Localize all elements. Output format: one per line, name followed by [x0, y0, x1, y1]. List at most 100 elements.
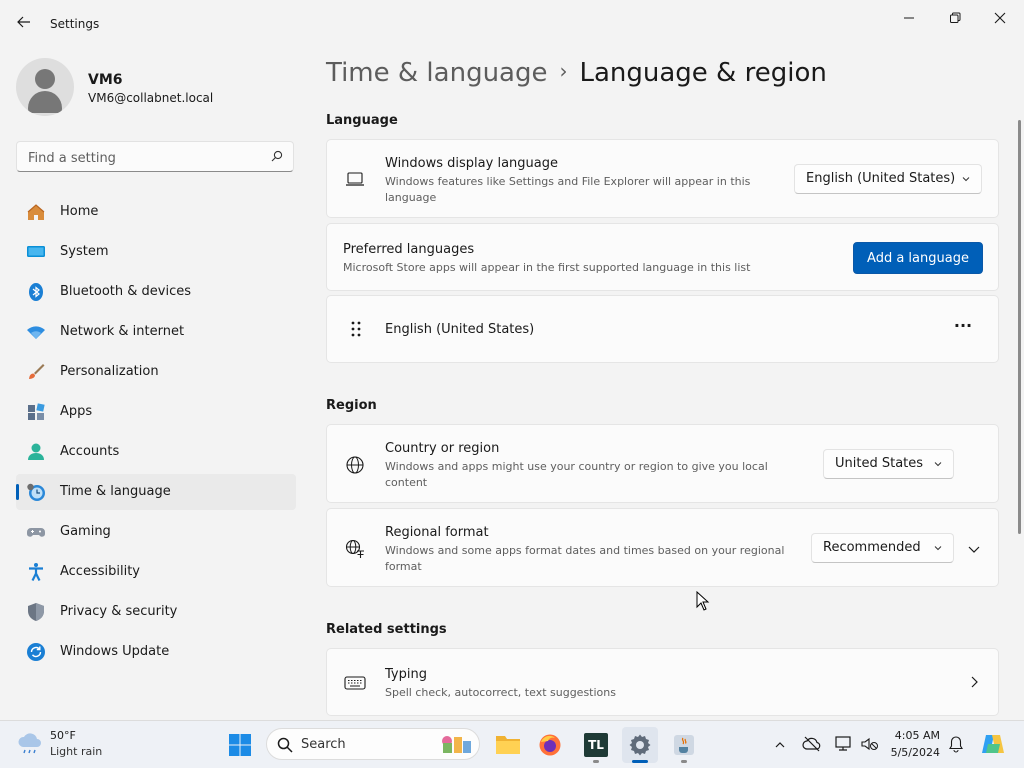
copilot-icon[interactable] — [980, 731, 1006, 757]
running-indicator — [681, 760, 687, 763]
windows-display-language-card: Windows display language Windows feature… — [326, 139, 999, 218]
sidebar-item-label: Windows Update — [60, 644, 170, 659]
accounts-icon — [28, 443, 44, 460]
card-description: Windows and apps might use your country … — [385, 460, 768, 489]
restore-button[interactable] — [935, 6, 975, 30]
card-description: Microsoft Store apps will appear in the … — [343, 261, 751, 274]
sidebar-item-apps[interactable]: Apps — [16, 394, 296, 430]
gamepad-icon — [27, 528, 45, 537]
country-dropdown[interactable]: United States — [823, 449, 954, 479]
sidebar-item-gaming[interactable]: Gaming — [16, 514, 296, 550]
system-icon — [27, 246, 45, 257]
taskbar-java-app[interactable] — [666, 727, 702, 763]
sidebar-item-windows-update[interactable]: Windows Update — [16, 634, 296, 670]
chevron-down-icon — [934, 462, 942, 467]
sidebar-item-label: Time & language — [60, 484, 171, 499]
card-description: Spell check, autocorrect, text suggestio… — [385, 686, 616, 699]
laptop-icon — [346, 172, 364, 186]
running-indicator — [593, 760, 599, 763]
sidebar-item-system[interactable]: System — [16, 234, 296, 270]
card-title: Regional format — [385, 525, 489, 540]
more-options-button[interactable]: ··· — [949, 316, 977, 340]
taskbar-settings[interactable] — [622, 727, 658, 763]
card-title: Preferred languages — [343, 242, 475, 257]
sidebar-item-label: System — [60, 244, 109, 259]
breadcrumb-parent[interactable]: Time & language — [326, 58, 547, 88]
bluetooth-icon — [29, 283, 43, 301]
search-box[interactable] — [16, 141, 294, 172]
preferred-languages-card: Preferred languages Microsoft Store apps… — [326, 223, 999, 291]
sidebar-item-home[interactable]: Home — [16, 194, 296, 230]
search-input[interactable] — [26, 147, 270, 169]
mouse-cursor-icon — [696, 591, 710, 611]
weather-description: Light rain — [50, 745, 103, 758]
breadcrumb-separator: › — [559, 59, 568, 83]
section-title-region: Region — [326, 398, 377, 413]
clock-time: 4:05 AM — [894, 729, 940, 742]
avatar[interactable] — [16, 58, 74, 116]
taskbar-file-explorer[interactable] — [490, 727, 526, 763]
accessibility-icon — [29, 563, 43, 581]
title-bar: Settings — [0, 0, 1024, 48]
sidebar-item-label: Accounts — [60, 444, 120, 459]
dropdown-value: United States — [835, 456, 924, 471]
windows-start-icon[interactable] — [228, 733, 252, 757]
update-icon — [27, 643, 45, 661]
page-title: Language & region — [579, 58, 827, 88]
taskbar-firefox[interactable] — [532, 727, 568, 763]
language-list-item[interactable]: English (United States) ··· — [326, 295, 999, 363]
restore-icon — [950, 12, 961, 23]
taskbar-tl-app[interactable]: TL — [578, 727, 614, 763]
avatar-body — [28, 91, 62, 113]
sidebar-item-label: Bluetooth & devices — [60, 284, 191, 299]
sidebar-item-label: Accessibility — [60, 564, 140, 579]
card-description: Windows and some apps format dates and t… — [385, 544, 785, 573]
sidebar-item-accounts[interactable]: Accounts — [16, 434, 296, 470]
language-name: English (United States) — [385, 322, 535, 337]
display-language-dropdown[interactable]: English (United States) — [794, 164, 982, 194]
volume-muted-icon[interactable] — [860, 735, 880, 753]
drag-handle-icon[interactable] — [346, 319, 368, 341]
app-title: Settings — [50, 17, 100, 31]
chevron-up-icon[interactable] — [774, 739, 786, 751]
home-icon — [27, 204, 45, 220]
close-button[interactable] — [980, 6, 1020, 30]
java-icon — [674, 735, 694, 755]
minimize-button[interactable] — [889, 6, 929, 30]
card-description: Windows features like Settings and File … — [385, 175, 751, 204]
add-language-button[interactable]: Add a language — [853, 242, 983, 274]
section-title-language: Language — [326, 113, 398, 128]
dropdown-value: Recommended — [823, 540, 921, 555]
sidebar-item-network[interactable]: Network & internet — [16, 314, 296, 350]
taskbar-search[interactable]: Search — [266, 728, 480, 760]
network-icon[interactable] — [834, 735, 854, 753]
folder-icon — [496, 736, 520, 754]
sidebar-item-label: Gaming — [60, 524, 111, 539]
scrollbar[interactable] — [1018, 120, 1021, 534]
card-title: Typing — [385, 667, 427, 682]
typing-card[interactable]: Typing Spell check, autocorrect, text su… — [326, 648, 999, 716]
notification-bell-icon[interactable] — [948, 735, 964, 753]
regional-format-dropdown[interactable]: Recommended — [811, 533, 954, 563]
chevron-down-icon — [934, 546, 942, 551]
search-icon[interactable] — [271, 150, 283, 162]
sidebar-item-label: Home — [60, 204, 99, 219]
tl-app-icon: TL — [584, 733, 608, 757]
back-button[interactable] — [14, 12, 34, 32]
sidebar-item-privacy[interactable]: Privacy & security — [16, 594, 296, 630]
onedrive-offline-icon[interactable] — [802, 735, 822, 753]
sidebar-item-time-language[interactable]: Time & language — [16, 474, 296, 510]
sidebar-item-accessibility[interactable]: Accessibility — [16, 554, 296, 590]
regional-format-card[interactable]: Regional format Windows and some apps fo… — [326, 508, 999, 587]
sidebar-item-bluetooth[interactable]: Bluetooth & devices — [16, 274, 296, 310]
chevron-right-icon — [971, 676, 978, 688]
avatar-head — [35, 69, 55, 89]
sidebar-item-personalization[interactable]: Personalization — [16, 354, 296, 390]
search-icon — [277, 737, 293, 753]
globe-icon — [346, 456, 364, 474]
back-arrow-icon — [17, 16, 30, 28]
user-email: VM6@collabnet.local — [88, 91, 214, 105]
expand-chevron-icon[interactable] — [967, 542, 981, 556]
shield-icon — [28, 603, 44, 621]
keyboard-icon — [344, 676, 366, 690]
